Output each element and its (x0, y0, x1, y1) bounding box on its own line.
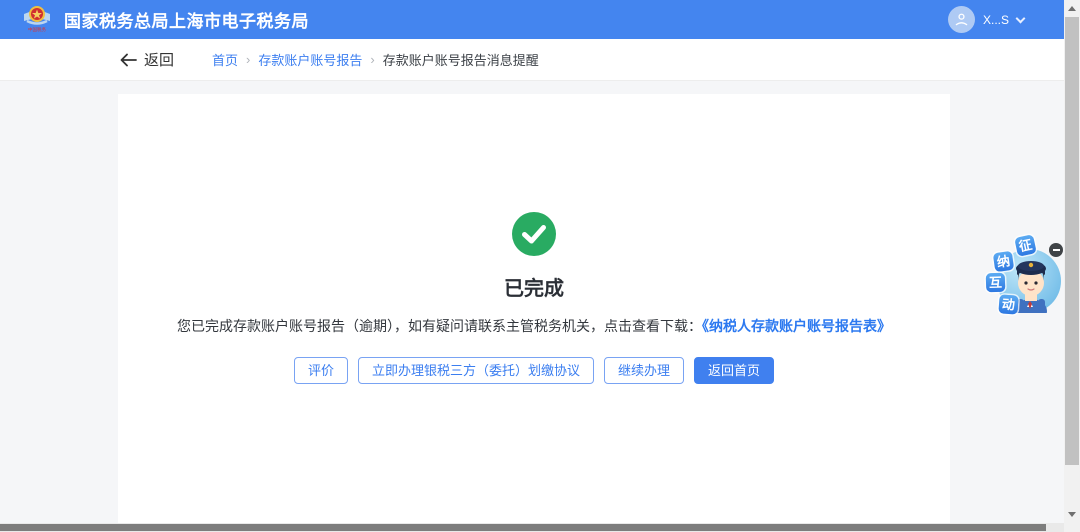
user-menu[interactable]: X...S (948, 6, 1024, 33)
breadcrumb-home[interactable]: 首页 (212, 50, 238, 69)
app-title: 国家税务总局上海市电子税务局 (64, 7, 309, 32)
download-report-link[interactable]: 《纳税人存款账户账号报告表》 (702, 318, 891, 334)
horizontal-scrollbar-thumb[interactable] (0, 524, 1046, 531)
assistant-char-na: 纳 (993, 251, 1014, 272)
tax-bureau-logo-icon: 中国税务 (20, 4, 54, 36)
scroll-up-button[interactable] (1064, 0, 1080, 17)
interaction-assistant-widget[interactable]: 征 纳 互 动 (984, 236, 1064, 330)
back-label[interactable]: 返回 (144, 49, 174, 70)
breadcrumb-separator: › (370, 52, 374, 67)
logo-caption: 中国税务 (28, 28, 46, 33)
bank-tripartite-agreement-button[interactable]: 立即办理银税三方（委托）划缴协议 (358, 357, 594, 384)
main-area: 已完成 您已完成存款账户账号报告（逾期），如有疑问请联系主管税务机关，点击查看下… (0, 81, 1064, 523)
continue-button[interactable]: 继续办理 (604, 357, 684, 384)
assistant-char-hu: 互 (986, 273, 1006, 293)
content-area: 中国税务 国家税务总局上海市电子税务局 X...S 返回 (0, 0, 1064, 523)
scroll-up-arrow-icon (1068, 6, 1076, 11)
status-title: 已完成 (118, 272, 950, 301)
assistant-char-dong: 动 (998, 294, 1018, 314)
vertical-scrollbar-thumb[interactable] (1065, 17, 1079, 465)
breadcrumb: 首页 › 存款账户账号报告 › 存款账户账号报告消息提醒 (212, 50, 539, 69)
horizontal-scrollbar[interactable] (0, 523, 1064, 532)
person-icon (954, 12, 969, 27)
top-header: 中国税务 国家税务总局上海市电子税务局 X...S (0, 0, 1064, 39)
scroll-down-arrow-icon (1068, 512, 1076, 517)
page: 中国税务 国家税务总局上海市电子税务局 X...S 返回 (0, 0, 1080, 532)
breadcrumb-report[interactable]: 存款账户账号报告 (258, 50, 362, 69)
status-description: 您已完成存款账户账号报告（逾期），如有疑问请联系主管税务机关，点击查看下载：《纳… (118, 316, 950, 336)
scroll-down-button[interactable] (1064, 506, 1080, 523)
result-card: 已完成 您已完成存款账户账号报告（逾期），如有疑问请联系主管税务机关，点击查看下… (118, 94, 950, 523)
breadcrumb-separator: › (246, 52, 250, 67)
scrollbar-corner (1064, 523, 1080, 532)
vertical-scrollbar[interactable] (1064, 0, 1080, 523)
breadcrumb-current: 存款账户账号报告消息提醒 (383, 50, 539, 69)
back-button[interactable]: 返回 (120, 49, 174, 70)
user-name: X...S (983, 13, 1009, 27)
action-buttons: 评价 立即办理银税三方（委托）划缴协议 继续办理 返回首页 (118, 357, 950, 384)
user-avatar[interactable] (948, 6, 975, 33)
evaluate-button[interactable]: 评价 (294, 357, 348, 384)
breadcrumb-bar: 返回 首页 › 存款账户账号报告 › 存款账户账号报告消息提醒 (0, 39, 1064, 81)
minimize-widget-button[interactable] (1049, 243, 1063, 257)
chevron-down-icon[interactable] (1016, 13, 1026, 23)
status-description-text: 您已完成存款账户账号报告（逾期），如有疑问请联系主管税务机关，点击查看下载： (177, 318, 702, 334)
back-arrow-icon (120, 53, 137, 67)
success-check-icon (512, 212, 556, 256)
return-home-button[interactable]: 返回首页 (694, 357, 774, 384)
